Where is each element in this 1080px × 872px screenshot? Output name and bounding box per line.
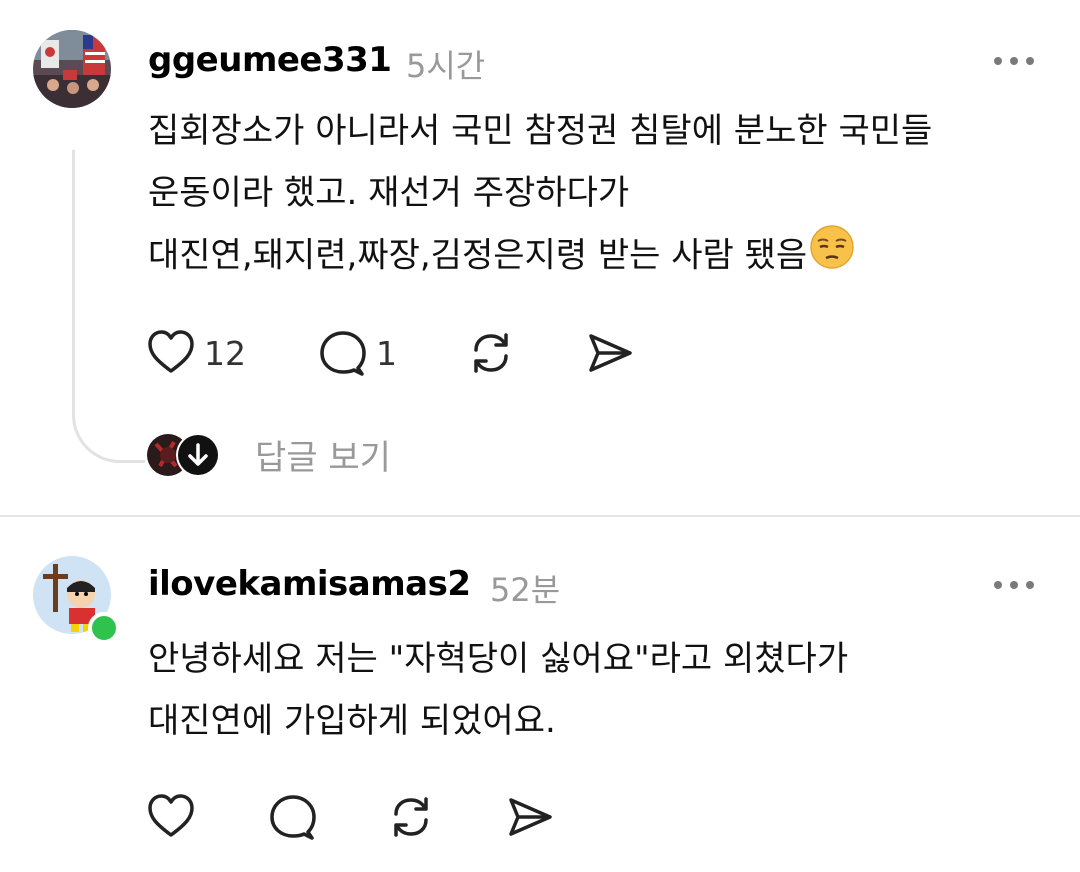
thread-line bbox=[72, 150, 145, 463]
online-status-dot bbox=[88, 612, 120, 644]
like-button[interactable]: 12 bbox=[146, 328, 246, 378]
comment-button[interactable] bbox=[268, 792, 318, 842]
avatar[interactable] bbox=[33, 30, 111, 108]
heart-icon bbox=[148, 794, 194, 837]
share-icon bbox=[589, 334, 632, 372]
comment-text-line: 집회장소가 아니라서 국민 참정권 침탈에 분노한 국민들 bbox=[148, 111, 933, 151]
heart-icon bbox=[148, 330, 194, 373]
repost-icon bbox=[474, 333, 508, 373]
pensive-face-icon bbox=[809, 224, 855, 290]
like-count: 12 bbox=[204, 333, 246, 373]
comment-icon bbox=[320, 331, 366, 376]
repost-icon bbox=[394, 797, 428, 837]
timestamp: 5시간 bbox=[406, 47, 486, 85]
avatar-image bbox=[33, 30, 111, 108]
share-button[interactable] bbox=[585, 328, 635, 378]
reply-count: 1 bbox=[376, 333, 397, 373]
comment-icon bbox=[270, 795, 316, 840]
comment-text-line: 대진연에 가입하게 되었어요. bbox=[148, 701, 556, 741]
comment-text-line: 안녕하세요 저는 "자혁당이 싫어요"라고 외쳤다가 bbox=[148, 639, 849, 679]
like-button[interactable] bbox=[146, 792, 196, 842]
more-icon[interactable] bbox=[994, 578, 1034, 592]
comment-text-line: 운동이라 했고. 재선거 주장하다가 bbox=[148, 173, 630, 213]
share-button[interactable] bbox=[505, 792, 555, 842]
comment-button[interactable]: 1 bbox=[318, 328, 397, 378]
username[interactable]: ggeumee331 bbox=[148, 40, 392, 80]
comment-text-line: 대진연,돼지련,짜장,김정은지령 받는 사람 됐음 bbox=[148, 224, 855, 290]
comment-text-span: 대진연,돼지련,짜장,김정은지령 받는 사람 됐음 bbox=[148, 235, 808, 276]
username[interactable]: ilovekamisamas2 bbox=[148, 564, 471, 604]
repost-button[interactable] bbox=[386, 792, 436, 842]
more-icon[interactable] bbox=[994, 54, 1034, 68]
share-icon bbox=[509, 798, 552, 836]
reply-avatars[interactable] bbox=[146, 432, 226, 478]
timestamp: 52분 bbox=[490, 571, 561, 609]
view-replies-link[interactable]: 답글 보기 bbox=[255, 430, 391, 479]
repost-button[interactable] bbox=[466, 328, 516, 378]
comment-1: ggeumee331 5시간 집회장소가 아니라서 국민 참정권 침탈에 분노한… bbox=[0, 0, 1080, 515]
